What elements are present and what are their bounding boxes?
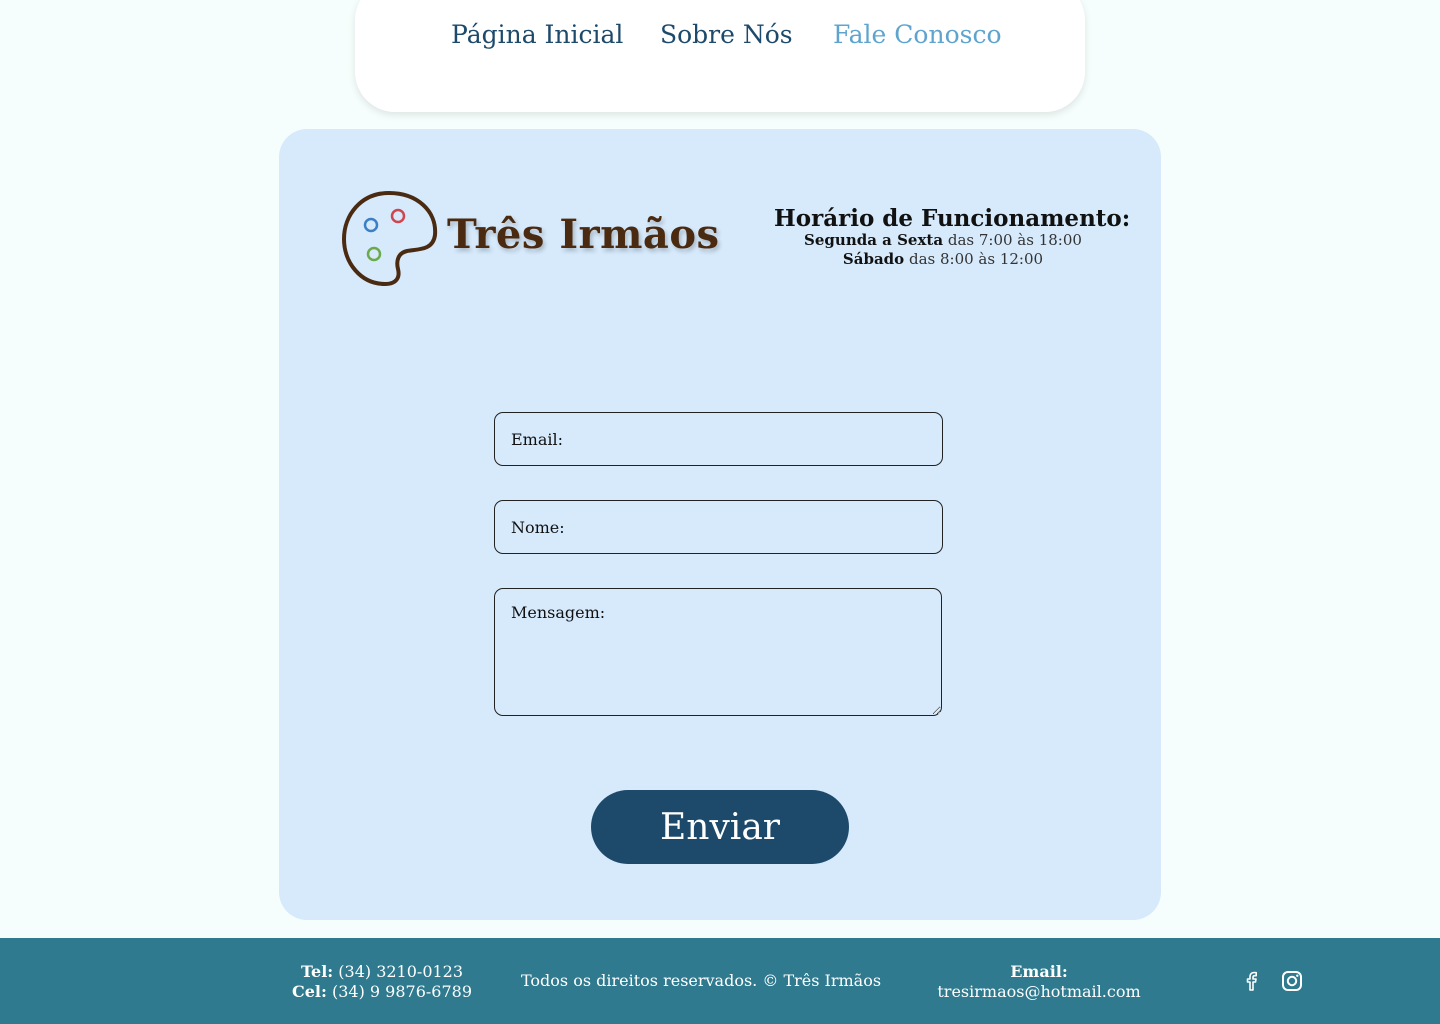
nav-link-pagina-inicial[interactable]: Página Inicial xyxy=(451,22,623,47)
facebook-icon[interactable] xyxy=(1240,969,1264,993)
footer-email-label: Email: xyxy=(1010,962,1068,981)
hours-weekdays: Segunda a Sexta das 7:00 às 18:00 xyxy=(774,231,1112,250)
footer-copyright: Todos os direitos reservados. © Três Irm… xyxy=(520,971,882,990)
hours-title: Horário de Funcionamento: xyxy=(774,205,1131,232)
footer-cel: Cel: (34) 9 9876-6789 xyxy=(290,982,474,1002)
footer-tel-label: Tel: xyxy=(300,962,334,981)
contact-card: Três Irmãos Horário de Funcionamento: Se… xyxy=(279,129,1161,920)
email-input[interactable] xyxy=(494,412,943,466)
footer-tel-number: (34) 3210-0123 xyxy=(338,962,464,981)
hours-weekday-time: das 7:00 às 18:00 xyxy=(947,231,1082,250)
nav-link-fale-conosco[interactable]: Fale Conosco xyxy=(833,22,1002,47)
hours-saturday: Sábado das 8:00 às 12:00 xyxy=(774,250,1112,269)
name-input[interactable] xyxy=(494,500,943,554)
hours-saturday-label: Sábado xyxy=(842,250,905,269)
footer-cel-label: Cel: xyxy=(291,982,327,1001)
palette-logo-icon xyxy=(342,191,438,286)
brand-name: Três Irmãos xyxy=(447,211,720,258)
hours-saturday-time: das 8:00 às 12:00 xyxy=(908,250,1044,269)
footer-email: Email: tresirmaos@hotmail.com xyxy=(925,962,1153,1002)
instagram-icon[interactable] xyxy=(1280,969,1304,993)
footer-phones: Tel: (34) 3210-0123 Cel: (34) 9 9876-678… xyxy=(290,962,474,1002)
footer-email-address[interactable]: tresirmaos@hotmail.com xyxy=(925,982,1153,1002)
top-navigation: Página Inicial Sobre Nós Fale Conosco xyxy=(355,0,1085,112)
send-button[interactable]: Enviar xyxy=(591,790,849,864)
footer: Tel: (34) 3210-0123 Cel: (34) 9 9876-678… xyxy=(0,938,1440,1024)
footer-tel: Tel: (34) 3210-0123 xyxy=(290,962,474,982)
hours-weekday-label: Segunda a Sexta xyxy=(804,231,944,250)
business-hours: Horário de Funcionamento: Segunda a Sext… xyxy=(774,205,1131,269)
message-textarea[interactable] xyxy=(494,588,942,716)
footer-cel-number: (34) 9 9876-6789 xyxy=(331,982,473,1001)
nav-link-sobre-nos[interactable]: Sobre Nós xyxy=(660,22,793,47)
